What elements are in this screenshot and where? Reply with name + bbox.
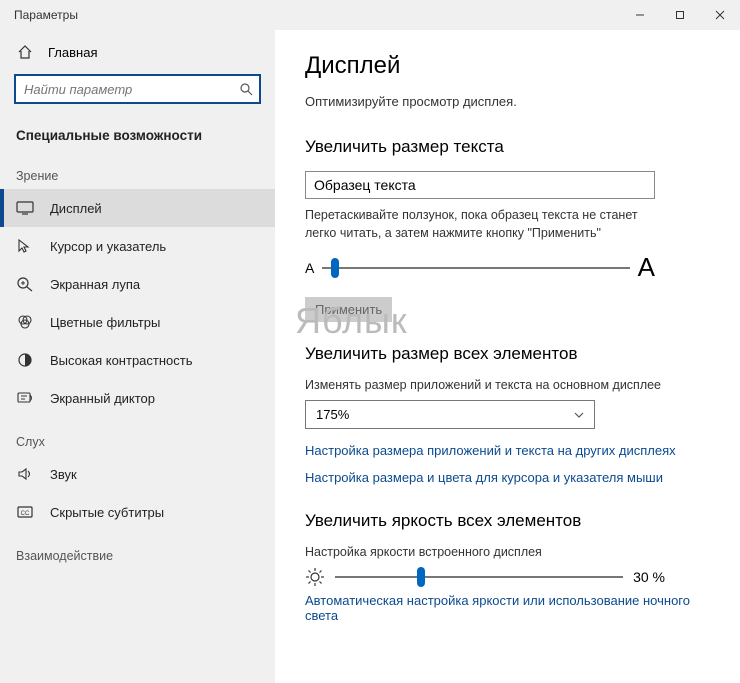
small-a-icon: A bbox=[305, 260, 314, 276]
group-hearing: Слух bbox=[0, 417, 275, 455]
monitor-icon bbox=[16, 200, 34, 216]
brightness-heading: Увеличить яркость всех элементов bbox=[305, 511, 710, 531]
sidebar-item-label: Высокая контрастность bbox=[50, 353, 193, 368]
maximize-button[interactable] bbox=[660, 0, 700, 30]
close-button[interactable] bbox=[700, 0, 740, 30]
sidebar-item-display[interactable]: Дисплей bbox=[0, 189, 275, 227]
sidebar-item-label: Дисплей bbox=[50, 201, 102, 216]
sidebar-item-label: Экранный диктор bbox=[50, 391, 155, 406]
sidebar-item-high-contrast[interactable]: Высокая контрастность bbox=[0, 341, 275, 379]
sidebar-item-captions[interactable]: CC Скрытые субтитры bbox=[0, 493, 275, 531]
brightness-label: Настройка яркости встроенного дисплея bbox=[305, 545, 710, 559]
apply-button[interactable]: Применить bbox=[305, 297, 392, 322]
text-size-hint: Перетаскивайте ползунок, пока образец те… bbox=[305, 207, 655, 242]
home-nav[interactable]: Главная bbox=[0, 36, 275, 68]
sidebar: Главная Специальные возможности Зрение Д… bbox=[0, 30, 275, 683]
link-cursor-settings[interactable]: Настройка размера и цвета для курсора и … bbox=[305, 470, 710, 485]
brightness-track[interactable] bbox=[335, 576, 623, 578]
brightness-slider[interactable]: 30 % bbox=[305, 567, 665, 587]
link-other-displays[interactable]: Настройка размера приложений и текста на… bbox=[305, 443, 710, 458]
svg-text:CC: CC bbox=[21, 511, 30, 517]
contrast-icon bbox=[16, 352, 34, 368]
brightness-thumb[interactable] bbox=[417, 567, 425, 587]
home-icon bbox=[16, 44, 34, 60]
brightness-percent: 30 % bbox=[633, 569, 665, 585]
text-sample-box: Образец текста bbox=[305, 171, 655, 199]
group-interaction: Взаимодействие bbox=[0, 531, 275, 569]
slider-track[interactable] bbox=[322, 267, 629, 269]
link-auto-brightness[interactable]: Автоматическая настройка яркости или исп… bbox=[305, 593, 710, 623]
search-input[interactable] bbox=[14, 74, 261, 104]
scale-label: Изменять размер приложений и текста на о… bbox=[305, 378, 710, 392]
slider-thumb[interactable] bbox=[331, 258, 339, 278]
minimize-button[interactable] bbox=[620, 0, 660, 30]
sidebar-item-cursor[interactable]: Курсор и указатель bbox=[0, 227, 275, 265]
scale-value: 175% bbox=[316, 407, 349, 422]
sidebar-item-color-filters[interactable]: Цветные фильтры bbox=[0, 303, 275, 341]
section-heading: Специальные возможности bbox=[0, 116, 275, 151]
sidebar-item-label: Цветные фильтры bbox=[50, 315, 160, 330]
magnifier-icon bbox=[16, 276, 34, 292]
color-filters-icon bbox=[16, 314, 34, 330]
home-label: Главная bbox=[48, 45, 97, 60]
main-panel: Дисплей Оптимизируйте просмотр дисплея. … bbox=[275, 30, 740, 683]
search-icon bbox=[239, 82, 253, 96]
sidebar-item-label: Экранная лупа bbox=[50, 277, 140, 292]
page-title: Дисплей bbox=[305, 52, 710, 80]
audio-icon bbox=[16, 466, 34, 482]
big-a-icon: A bbox=[638, 252, 655, 283]
sidebar-item-label: Звук bbox=[50, 467, 77, 482]
cursor-icon bbox=[16, 238, 34, 254]
sidebar-item-magnifier[interactable]: Экранная лупа bbox=[0, 265, 275, 303]
scale-heading: Увеличить размер всех элементов bbox=[305, 344, 710, 364]
narrator-icon bbox=[16, 390, 34, 406]
search-field[interactable] bbox=[24, 82, 239, 97]
chevron-down-icon bbox=[574, 412, 584, 418]
titlebar: Параметры bbox=[0, 0, 740, 30]
sun-icon bbox=[305, 567, 325, 587]
sidebar-item-narrator[interactable]: Экранный диктор bbox=[0, 379, 275, 417]
sidebar-item-label: Курсор и указатель bbox=[50, 239, 166, 254]
sidebar-item-audio[interactable]: Звук bbox=[0, 455, 275, 493]
text-size-heading: Увеличить размер текста bbox=[305, 137, 710, 157]
scale-select[interactable]: 175% bbox=[305, 400, 595, 429]
sidebar-item-label: Скрытые субтитры bbox=[50, 505, 164, 520]
page-intro: Оптимизируйте просмотр дисплея. bbox=[305, 94, 710, 109]
text-size-slider[interactable]: A A bbox=[305, 252, 655, 283]
window-title: Параметры bbox=[0, 8, 78, 22]
group-vision: Зрение bbox=[0, 151, 275, 189]
captions-icon: CC bbox=[16, 504, 34, 520]
